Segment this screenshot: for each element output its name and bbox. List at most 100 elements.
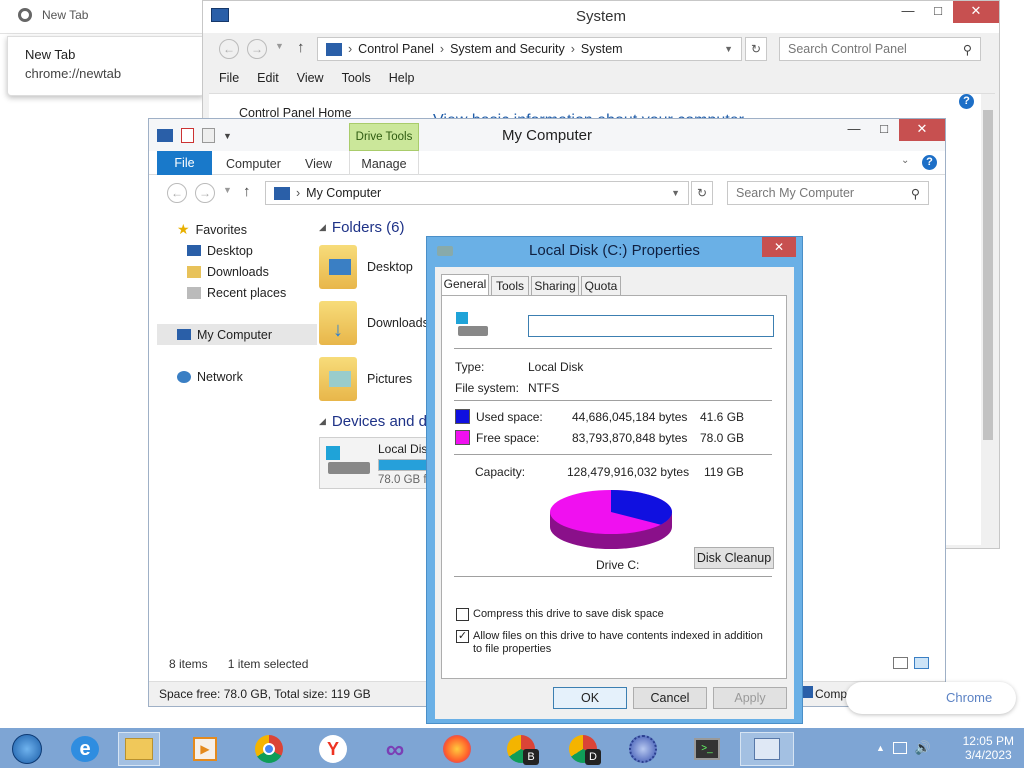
search-placeholder: Search Control Panel <box>788 42 907 56</box>
tab-view[interactable]: View <box>305 151 332 175</box>
nav-recent-places[interactable]: Recent places <box>157 282 317 303</box>
terminal-icon[interactable]: >_ <box>686 732 728 766</box>
maximize-button[interactable]: □ <box>869 119 899 141</box>
drive-name-input[interactable] <box>528 315 774 337</box>
maximize-button[interactable]: □ <box>923 1 953 23</box>
settings-gear-icon[interactable] <box>622 732 664 766</box>
explorer-search-input[interactable]: Search My Computer ⚲ <box>727 181 929 205</box>
nav-favorites[interactable]: ★ Favorites <box>157 219 317 240</box>
cancel-button[interactable]: Cancel <box>633 687 707 709</box>
apply-button[interactable]: Apply <box>713 687 787 709</box>
clock[interactable]: 12:05 PM 3/4/2023 <box>963 734 1014 762</box>
chrome-tab[interactable]: New Tab <box>18 8 88 22</box>
chrome-notification-pill[interactable]: Chrome <box>846 682 1016 714</box>
start-button[interactable] <box>6 732 48 766</box>
chrome-icon[interactable] <box>248 732 290 766</box>
back-button[interactable]: ← <box>219 39 239 59</box>
recent-chevron-icon[interactable]: ▼ <box>223 185 232 195</box>
ok-button[interactable]: OK <box>553 687 627 709</box>
breadcrumb-system[interactable]: System <box>581 42 623 56</box>
breadcrumb-my-computer[interactable]: My Computer <box>306 186 381 200</box>
tab-general[interactable]: General <box>441 274 489 296</box>
explorer-address-bar[interactable]: › My Computer ▼ <box>265 181 689 205</box>
file-system-value: NTFS <box>528 381 560 395</box>
menu-help[interactable]: Help <box>389 71 415 85</box>
volume-icon[interactable]: 🔊 <box>915 740 931 756</box>
file-system-label: File system: <box>455 381 520 395</box>
menu-file[interactable]: File <box>219 71 239 85</box>
tab-tools[interactable]: Tools <box>491 276 529 296</box>
network-status-icon[interactable] <box>892 742 907 754</box>
menu-tools[interactable]: Tools <box>342 71 371 85</box>
nav-favorites-label: Favorites <box>195 222 247 237</box>
nav-downloads[interactable]: Downloads <box>157 261 317 282</box>
minimize-button[interactable]: — <box>839 119 869 141</box>
scrollbar-thumb[interactable] <box>983 110 993 440</box>
chrome-beta-icon[interactable]: B <box>500 732 542 766</box>
tab-manage[interactable]: Manage <box>349 151 419 175</box>
minimize-button[interactable]: — <box>893 1 923 23</box>
system-scrollbar[interactable] <box>981 94 995 546</box>
system-search-input[interactable]: Search Control Panel ⚲ <box>779 37 981 61</box>
disk-cleanup-button[interactable]: Disk Cleanup <box>694 547 774 569</box>
show-hidden-icons-chevron-icon[interactable]: ▲ <box>876 743 885 753</box>
ribbon-expand-chevron-icon[interactable]: ⌄ <box>901 155 909 166</box>
up-arrow-icon[interactable]: ↑ <box>243 183 251 200</box>
up-arrow-icon[interactable]: ↑ <box>297 39 305 56</box>
search-icon: ⚲ <box>910 186 920 201</box>
close-button[interactable]: ✕ <box>899 119 945 141</box>
navigation-pane: ★ Favorites Desktop Downloads Recent pla… <box>157 219 317 387</box>
explorer-window-controls: — □ ✕ <box>839 119 945 141</box>
taskbar: e ▶ Y ∞ B D >_ ▲ 🔊 12:05 PM 3/4/2023 <box>0 728 1024 768</box>
tab-sharing[interactable]: Sharing <box>531 276 579 296</box>
breadcrumb-separator-icon: › <box>570 42 575 56</box>
back-button[interactable]: ← <box>167 183 187 203</box>
help-icon[interactable]: ? <box>959 94 974 109</box>
firefox-icon[interactable] <box>436 732 478 766</box>
used-space-bytes: 44,686,045,184 bytes <box>572 410 688 424</box>
tab-computer[interactable]: Computer <box>226 151 281 175</box>
large-icons-view-icon[interactable] <box>914 657 929 669</box>
chrome-notification-text: Chrome <box>946 690 993 705</box>
compress-checkbox[interactable] <box>456 608 469 621</box>
recent-chevron-icon[interactable]: ▼ <box>275 41 284 51</box>
nav-desktop[interactable]: Desktop <box>157 240 317 261</box>
nav-my-computer[interactable]: My Computer <box>157 324 317 345</box>
explorer-status-bar: 8 items 1 item selected <box>169 657 308 671</box>
folder-label: Downloads <box>367 316 429 330</box>
refresh-button[interactable]: ↻ <box>745 37 767 61</box>
nav-desktop-label: Desktop <box>207 243 253 258</box>
visual-studio-icon[interactable]: ∞ <box>374 732 416 766</box>
hover-card-url: chrome://newtab <box>25 66 122 81</box>
forward-button[interactable]: → <box>195 183 215 203</box>
system-window-controls: — □ ✕ <box>893 1 999 23</box>
internet-explorer-icon[interactable]: e <box>64 732 106 766</box>
index-checkbox[interactable]: ✓ <box>456 630 469 643</box>
breadcrumb-system-security[interactable]: System and Security <box>450 42 565 56</box>
tab-file[interactable]: File <box>157 151 212 175</box>
chevron-down-icon[interactable]: ▼ <box>724 44 733 54</box>
close-button[interactable]: ✕ <box>762 237 796 257</box>
chevron-down-icon[interactable]: ▼ <box>671 188 680 198</box>
menu-view[interactable]: View <box>297 71 324 85</box>
nav-network[interactable]: Network <box>157 366 317 387</box>
compress-label: Compress this drive to save disk space <box>473 608 664 620</box>
help-icon[interactable]: ? <box>922 155 937 170</box>
file-explorer-icon[interactable] <box>118 732 160 766</box>
control-panel-icon[interactable] <box>740 732 794 766</box>
media-player-icon[interactable]: ▶ <box>184 732 226 766</box>
system-address-bar[interactable]: › Control Panel › System and Security › … <box>317 37 742 61</box>
close-button[interactable]: ✕ <box>953 1 999 23</box>
dialog-title: Local Disk (C:) Properties <box>529 242 700 259</box>
details-view-icon[interactable] <box>893 657 908 669</box>
breadcrumb-separator-icon: › <box>348 42 353 56</box>
yandex-icon[interactable]: Y <box>312 732 354 766</box>
chrome-dev-icon[interactable]: D <box>562 732 604 766</box>
menu-edit[interactable]: Edit <box>257 71 279 85</box>
type-value: Local Disk <box>528 360 584 374</box>
refresh-button[interactable]: ↻ <box>691 181 713 205</box>
chrome-tabbar: New Tab <box>0 0 205 34</box>
breadcrumb-control-panel[interactable]: Control Panel <box>358 42 434 56</box>
forward-button[interactable]: → <box>247 39 267 59</box>
tab-quota[interactable]: Quota <box>581 276 621 296</box>
